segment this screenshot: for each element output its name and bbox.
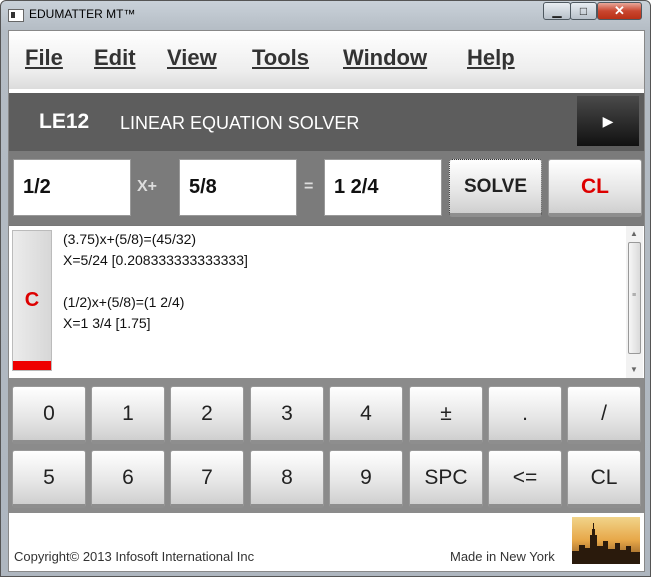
key-space[interactable]: SPC — [409, 450, 483, 508]
next-button[interactable]: ▶ — [577, 96, 639, 146]
clear-history-label: C — [24, 289, 40, 311]
key-8[interactable]: 8 — [250, 450, 324, 508]
history-line: (1/2)x+(5/8)=(1 2/4) — [63, 294, 185, 310]
maximize-button[interactable]: □ — [570, 2, 597, 20]
equals-label: = — [304, 178, 314, 195]
history-line: X=1 3/4 [1.75] — [63, 315, 151, 331]
key-1[interactable]: 1 — [91, 386, 165, 444]
key-0[interactable]: 0 — [12, 386, 86, 444]
play-icon: ▶ — [602, 112, 614, 129]
key-clear[interactable]: CL — [567, 450, 641, 508]
x-plus-label: X+ — [137, 178, 158, 195]
coefficient-a-input[interactable]: 1/2 — [13, 159, 131, 216]
client-area: File Edit View Tools Window Help LE12 LI… — [8, 30, 645, 572]
key-9[interactable]: 9 — [329, 450, 403, 508]
history-line: X=5/24 [0.208333333333333] — [63, 252, 248, 268]
footer: Copyright© 2013 Infosoft International I… — [9, 513, 644, 571]
minimize-button[interactable]: ▁ — [543, 2, 571, 20]
history-line: (3.75)x+(5/8)=(45/32) — [63, 231, 197, 247]
app-icon — [8, 9, 24, 22]
module-header: LE12 LINEAR EQUATION SOLVER ▶ — [9, 93, 644, 151]
solve-button[interactable]: SOLVE — [449, 159, 542, 217]
title-bar: EDUMATTER MT™ ▁ □ ✕ — [1, 1, 650, 27]
history-panel: C (3.75)x+(5/8)=(45/32) X=5/24 [0.208333… — [9, 225, 644, 379]
key-5[interactable]: 5 — [12, 450, 86, 508]
scroll-up-icon[interactable]: ▲ — [630, 229, 638, 238]
key-fraction[interactable]: / — [567, 386, 641, 444]
window-title: EDUMATTER MT™ — [29, 7, 136, 21]
key-7[interactable]: 7 — [170, 450, 244, 508]
copyright-text: Copyright© 2013 Infosoft International I… — [14, 549, 255, 564]
key-plus-minus[interactable]: ± — [409, 386, 483, 444]
result-c-input[interactable]: 1 2/4 — [324, 159, 442, 216]
history-line — [63, 271, 248, 292]
menu-view[interactable]: View — [167, 45, 217, 71]
close-button[interactable]: ✕ — [597, 2, 642, 20]
keypad: 0 1 2 3 4 ± . / 5 6 7 8 9 SPC <= CL — [9, 378, 644, 513]
key-6[interactable]: 6 — [91, 450, 165, 508]
clear-fields-button[interactable]: CL — [548, 159, 642, 217]
grip-icon: ≡ — [632, 292, 637, 299]
module-code: LE12 — [39, 110, 90, 133]
clear-history-indicator — [13, 361, 51, 370]
app-window: EDUMATTER MT™ ▁ □ ✕ File Edit View Tools… — [0, 0, 651, 577]
menu-help[interactable]: Help — [467, 45, 515, 71]
constant-b-input[interactable]: 5/8 — [179, 159, 297, 216]
key-4[interactable]: 4 — [329, 386, 403, 444]
menu-file[interactable]: File — [25, 45, 63, 71]
key-3[interactable]: 3 — [250, 386, 324, 444]
new-york-skyline-image — [572, 517, 640, 564]
key-decimal[interactable]: . — [488, 386, 562, 444]
menu-edit[interactable]: Edit — [94, 45, 136, 71]
menu-bar: File Edit View Tools Window Help — [9, 31, 644, 89]
made-in-text: Made in New York — [450, 549, 555, 564]
clear-history-button[interactable]: C — [12, 230, 52, 371]
scroll-down-icon[interactable]: ▼ — [630, 365, 638, 374]
history-log: (3.75)x+(5/8)=(45/32) X=5/24 [0.20833333… — [63, 229, 248, 334]
key-2[interactable]: 2 — [170, 386, 244, 444]
key-backspace[interactable]: <= — [488, 450, 562, 508]
menu-window[interactable]: Window — [343, 45, 427, 71]
module-name: LINEAR EQUATION SOLVER — [120, 113, 360, 133]
history-scrollbar[interactable]: ▲ ≡ ▼ — [626, 226, 643, 378]
menu-tools[interactable]: Tools — [252, 45, 309, 71]
scroll-thumb[interactable]: ≡ — [628, 242, 641, 354]
